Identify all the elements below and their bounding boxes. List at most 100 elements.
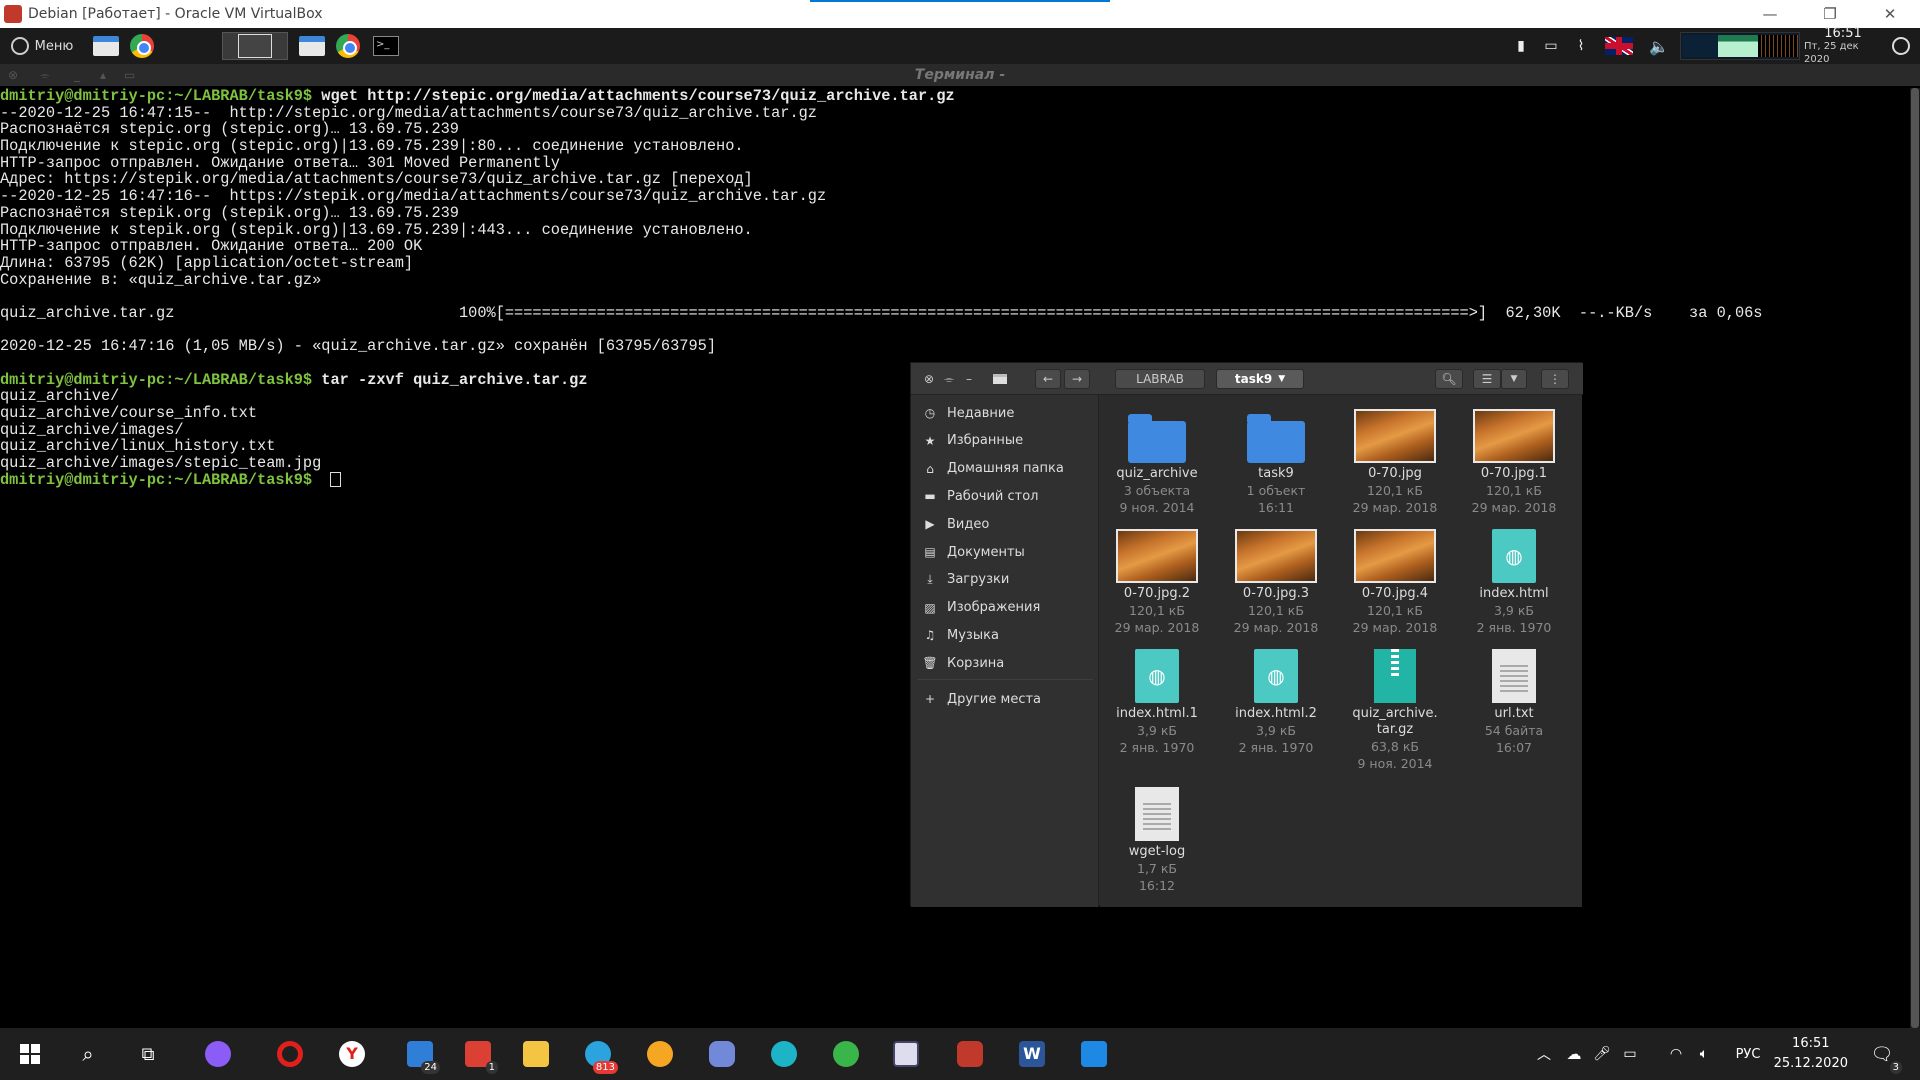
app-explorer[interactable] <box>512 1028 560 1080</box>
notes-icon[interactable]: ▮ <box>1512 32 1530 60</box>
close-button[interactable]: ✕ <box>1870 0 1910 28</box>
terminal-minimize-icon[interactable]: _ <box>74 64 80 86</box>
file-name: index.html.1 <box>1116 706 1198 721</box>
app-eye[interactable] <box>760 1028 808 1080</box>
speaker-icon[interactable]: 🔈︎ <box>1692 1028 1716 1080</box>
restore-button[interactable]: ❐ <box>1810 0 1850 28</box>
file-item[interactable]: task9 1 объект 16:11 <box>1221 405 1331 516</box>
file-item[interactable]: url.txt 54 байта 16:07 <box>1459 645 1569 756</box>
sidebar-item[interactable]: ◷ Недавние <box>911 399 1099 427</box>
image-thumbnail-icon <box>1354 529 1436 583</box>
search-button[interactable]: ⌕ <box>64 1028 112 1080</box>
sidebar-item-label: Документы <box>947 544 1025 560</box>
terminal-pin-icon[interactable]: ⌯ <box>40 64 50 86</box>
fm-pin-icon[interactable]: ⌯ <box>941 369 957 389</box>
file-item[interactable]: ◍ index.html.1 3,9 кБ 2 янв. 1970 <box>1102 645 1212 756</box>
panel-clock[interactable]: 16:51 Пт, 25 дек 2020 <box>1804 27 1882 65</box>
battery-icon[interactable]: ▭ <box>1618 1028 1642 1080</box>
app-discord[interactable] <box>698 1028 746 1080</box>
app-files[interactable]: 24 <box>396 1028 444 1080</box>
app-word[interactable]: W <box>1008 1028 1056 1080</box>
sidebar-item[interactable]: ★ Избранные <box>911 427 1099 455</box>
view-list-button[interactable]: ☰ <box>1473 369 1501 389</box>
sidebar-item[interactable]: ▤ Документы <box>911 538 1099 566</box>
sidebar-item[interactable]: + Другие места <box>911 685 1099 713</box>
wifi-icon[interactable]: ◠ <box>1664 1028 1688 1080</box>
virtualbox-icon <box>4 5 22 23</box>
sidebar-item[interactable]: ⤓ Загрузки <box>911 566 1099 594</box>
chevron-up-icon[interactable]: ︿ <box>1532 1028 1556 1080</box>
path-button-labrab[interactable]: LABRAB <box>1115 369 1205 389</box>
app-telegram[interactable]: 813 <box>574 1028 622 1080</box>
window-switcher[interactable] <box>222 32 288 60</box>
file-item[interactable]: 0-70.jpg.2 120,1 кБ 29 мар. 2018 <box>1102 525 1212 636</box>
launcher-chrome[interactable] <box>126 32 158 60</box>
taskbar-clock[interactable]: 16:51 25.12.2020 <box>1774 1034 1848 1074</box>
clip-icon[interactable]: ⌇ <box>1570 32 1592 60</box>
file-item[interactable]: 0-70.jpg.1 120,1 кБ 29 мар. 2018 <box>1459 405 1569 516</box>
app-photos[interactable] <box>1070 1028 1118 1080</box>
sidebar-item[interactable]: ▶ Видео <box>911 510 1099 538</box>
menu-button[interactable]: ⋮ <box>1541 369 1569 389</box>
fm-close-icon[interactable]: ⊗ <box>921 369 937 389</box>
sidebar-item-label: Музыка <box>947 627 999 643</box>
menu-button[interactable]: Меню <box>4 32 80 60</box>
sidebar-item[interactable]: 🗑︎ Корзина <box>911 649 1099 677</box>
file-item[interactable]: 0-70.jpg.3 120,1 кБ 29 мар. 2018 <box>1221 525 1331 636</box>
microphone-icon[interactable]: 🎤︎ <box>1590 1028 1614 1080</box>
minimize-button[interactable]: — <box>1750 0 1790 28</box>
app-debian-vm[interactable] <box>946 1028 994 1080</box>
file-item[interactable]: wget-log 1,7 кБ 16:12 <box>1102 783 1212 894</box>
folder-icon <box>299 36 325 56</box>
html-file-icon: ◍ <box>1492 529 1536 583</box>
search-button[interactable]: 🔍︎ <box>1435 369 1463 389</box>
sidebar-item[interactable]: ♫ Музыка <box>911 621 1099 649</box>
app-utorrent[interactable] <box>822 1028 870 1080</box>
output-text: Длина: 63795 (62K) [application/octet-st… <box>0 253 414 272</box>
file-size: 3,9 кБ <box>1494 603 1534 618</box>
tasks-badge: 1 <box>485 1061 498 1074</box>
cloud-icon[interactable]: ☁ <box>1562 1028 1586 1080</box>
terminal-maximize-icon[interactable]: ▴ <box>100 64 106 86</box>
fm-minimize-icon[interactable]: – <box>961 369 977 389</box>
language-indicator[interactable]: РУС <box>1730 1028 1766 1080</box>
app-opera[interactable] <box>266 1028 314 1080</box>
task-files[interactable] <box>296 32 328 60</box>
terminal-restore-icon[interactable]: ▭ <box>124 64 135 86</box>
task-terminal[interactable]: >_ <box>370 32 402 60</box>
uk-flag-icon[interactable] <box>1604 32 1634 60</box>
app-yandex[interactable]: Y <box>328 1028 376 1080</box>
start-button[interactable] <box>6 1028 54 1080</box>
file-item[interactable]: ◍ index.html 3,9 кБ 2 янв. 1970 <box>1459 525 1569 636</box>
launcher-files[interactable] <box>90 32 122 60</box>
file-item[interactable]: quiz_archive. tar.gz 63,8 кБ 9 ноя. 2014 <box>1340 645 1450 772</box>
app-alice[interactable] <box>194 1028 242 1080</box>
terminal-scrollbar[interactable] <box>1910 88 1920 1028</box>
terminal-close-icon[interactable]: ⊗ <box>8 64 18 86</box>
display-icon[interactable]: ▭ <box>1540 32 1562 60</box>
volume-icon[interactable]: 🔈 <box>1648 32 1670 60</box>
debian-vm-icon <box>957 1041 983 1067</box>
file-item[interactable]: 0-70.jpg 120,1 кБ 29 мар. 2018 <box>1340 405 1450 516</box>
file-name: task9 <box>1258 466 1294 481</box>
scrollbar-thumb[interactable] <box>1911 88 1919 1028</box>
file-item[interactable]: 0-70.jpg.4 120,1 кБ 29 мар. 2018 <box>1340 525 1450 636</box>
sidebar-item[interactable]: ⌂ Домашняя папка <box>911 455 1099 483</box>
app-virtualbox[interactable] <box>882 1028 930 1080</box>
sidebar-item[interactable]: ▨ Изображения <box>911 594 1099 622</box>
notifications-button[interactable]: 🗨︎ 3 <box>1858 1028 1906 1080</box>
app-music[interactable] <box>636 1028 684 1080</box>
task-chrome[interactable] <box>332 32 364 60</box>
app-todoist[interactable]: 1 <box>454 1028 502 1080</box>
folder-icon <box>1247 414 1305 463</box>
view-options-button[interactable]: ▼ <box>1501 369 1527 389</box>
file-name: 0-70.jpg.4 <box>1361 586 1429 601</box>
logout-icon[interactable] <box>1888 32 1914 60</box>
path-button-task9[interactable]: task9 ▼ <box>1216 369 1304 389</box>
file-item[interactable]: quiz_archive 3 объекта 9 ноя. 2014 <box>1102 405 1212 516</box>
task-view-button[interactable]: ⧉ <box>124 1028 172 1080</box>
sidebar-item[interactable]: ▬ Рабочий стол <box>911 482 1099 510</box>
file-item[interactable]: ◍ index.html.2 3,9 кБ 2 янв. 1970 <box>1221 645 1331 756</box>
forward-button[interactable]: → <box>1064 369 1090 389</box>
back-button[interactable]: ← <box>1035 369 1061 389</box>
